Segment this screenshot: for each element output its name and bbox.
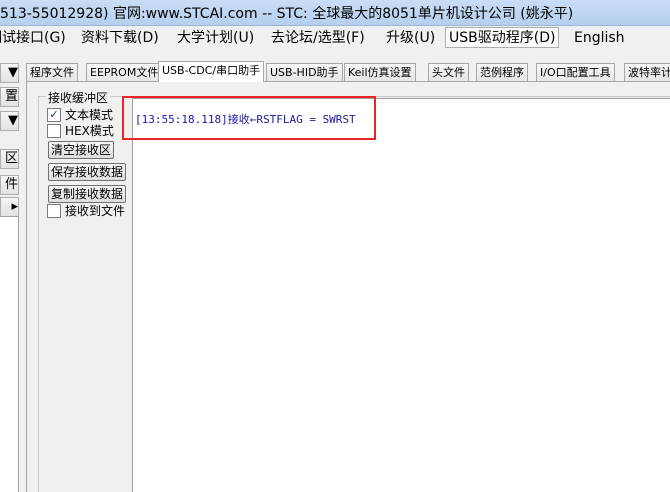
copy-receive-button[interactable]: 复制接收数据 [48,185,127,203]
tab-io-config[interactable]: I/O口配置工具 [536,63,615,81]
tab-eeprom-file[interactable]: EEPROM文件 [86,63,163,81]
menu-debug-interface[interactable]: 调试接口(G) [0,28,69,48]
tab-examples[interactable]: 范例程序 [476,63,528,81]
tab-usb-cdc-serial[interactable]: USB-CDC/串口助手 [158,61,265,82]
receive-to-file-label: 接收到文件 [65,204,126,218]
menu-download[interactable]: 资料下载(D) [78,28,162,48]
tab-row: 程序文件 EEPROM文件 USB-CDC/串口助手 USB-HID助手 Kei… [26,61,670,82]
left-dropdown-1[interactable]: ▼ [0,63,19,83]
left-file-button[interactable]: 件 [0,175,19,195]
clear-receive-button[interactable]: 清空接收区 [48,141,115,159]
save-receive-button[interactable]: 保存接收数据 [48,163,127,181]
menu-forum[interactable]: 去论坛/选型(F) [268,28,368,48]
checkmark-icon: ✓ [47,107,61,122]
tab-usb-hid[interactable]: USB-HID助手 [266,63,343,81]
menu-upgrade[interactable]: 升级(U) [383,28,438,48]
checkbox-icon [47,203,61,218]
tab-baud-calc[interactable]: 波特率计 [624,63,670,81]
receive-text-area[interactable]: [13:55:18.118]接收←RSTFLAG = SWRST [132,98,670,492]
tab-program-file[interactable]: 程序文件 [26,63,78,81]
tab-keil-sim[interactable]: Keil仿真设置 [344,63,416,81]
checkbox-icon [47,123,61,138]
menu-english[interactable]: English [571,28,628,48]
menu-university[interactable]: 大学计划(U) [174,28,257,48]
receive-to-file-checkbox[interactable]: 接收到文件 [47,203,126,219]
tab-header-file[interactable]: 头文件 [428,63,469,81]
left-list-panel[interactable] [0,216,19,492]
text-mode-label: 文本模式 [65,108,114,122]
menu-usb-driver[interactable]: USB驱动程序(D) [445,27,560,48]
scroll-right-arrow-icon[interactable]: ▸ [0,197,19,217]
title-bar: 513-55012928) 官网:www.STCAI.com -- STC: 全… [0,0,670,26]
window-title: 513-55012928) 官网:www.STCAI.com -- STC: 全… [0,6,574,22]
menu-bar: 调试接口(G) 资料下载(D) 大学计划(U) 去论坛/选型(F) 升级(U) … [0,26,670,52]
hex-mode-checkbox[interactable]: HEX模式 [47,123,114,139]
highlight-box [122,96,376,140]
left-dropdown-2[interactable]: ▼ [0,111,19,131]
text-mode-checkbox[interactable]: ✓ 文本模式 [47,107,114,123]
receive-group-label: 接收缓冲区 [46,89,111,106]
left-settings-button[interactable]: 置 [0,87,19,107]
left-area-button[interactable]: 区 [0,149,19,169]
hex-mode-label: HEX模式 [65,124,114,138]
